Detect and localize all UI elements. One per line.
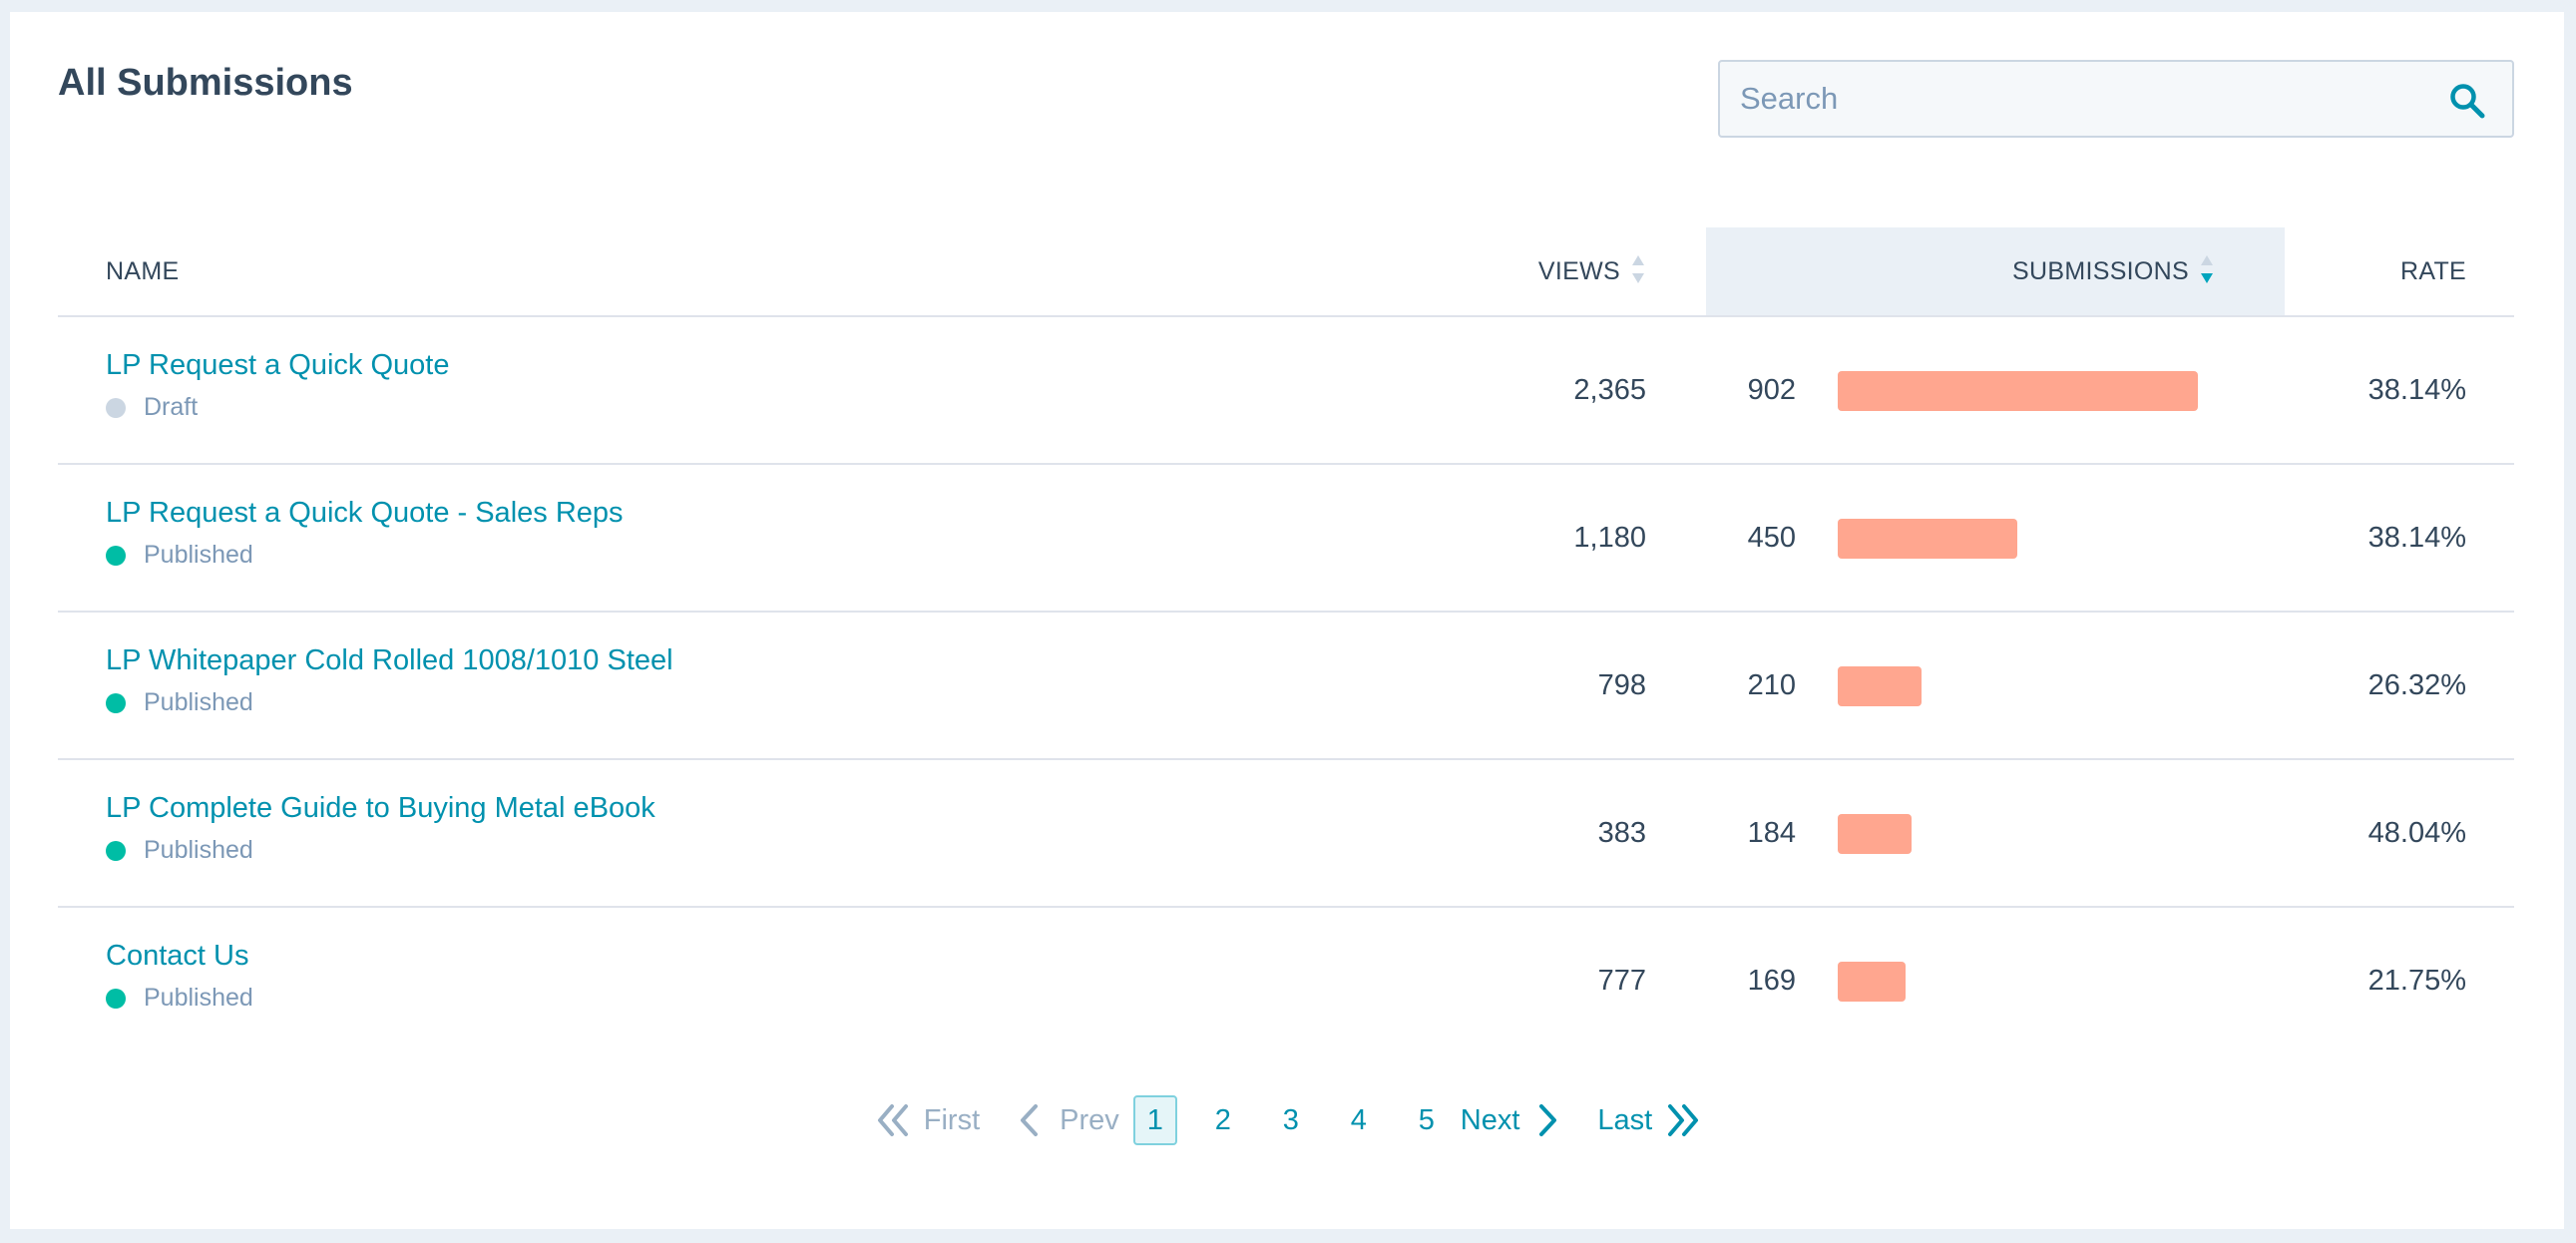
form-name-link[interactable]: LP Request a Quick Quote - Sales Reps (106, 497, 624, 530)
submissions-value: 450 (1747, 522, 1796, 554)
submissions-value: 169 (1747, 965, 1796, 997)
page-title: All Submissions (58, 62, 353, 104)
views-value: 777 (1597, 965, 1646, 997)
search-icon[interactable] (2448, 82, 2486, 120)
status-label: Published (144, 836, 253, 864)
column-header-submissions[interactable]: SUBMISSIONS (1706, 227, 2285, 315)
first-page-label: First (923, 1103, 981, 1136)
views-value: 383 (1597, 817, 1646, 849)
submissions-bar-track (1838, 519, 2237, 559)
submissions-value: 184 (1747, 817, 1796, 849)
status-indicator: Draft (106, 393, 198, 422)
submissions-bar-track (1838, 814, 2237, 854)
page-button-3[interactable]: 3 (1269, 1095, 1313, 1145)
prev-page-button[interactable]: Prev (1016, 1100, 1119, 1140)
submissions-bar-track (1838, 666, 2237, 706)
submissions-bar (1838, 962, 1906, 1002)
chevron-left-icon (1021, 1104, 1039, 1136)
rate-value: 26.32% (2367, 669, 2466, 701)
next-page-label: Next (1460, 1103, 1520, 1136)
draft-status-dot-icon (106, 397, 126, 418)
submissions-bar (1838, 371, 2198, 411)
submissions-card: All Submissions NAME VIEWS SUBMISSIONS (10, 12, 2564, 1229)
table-header: NAME VIEWS SUBMISSIONS RATE (58, 227, 2514, 317)
submissions-bar (1838, 666, 1922, 706)
column-header-rate: RATE (2399, 257, 2466, 285)
column-header-views-label: VIEWS (1537, 257, 1620, 285)
next-page-button[interactable]: Next (1461, 1100, 1562, 1140)
column-header-submissions-label: SUBMISSIONS (2012, 257, 2189, 285)
column-header-views[interactable]: VIEWS (1538, 227, 1646, 315)
form-name-link[interactable]: Contact Us (106, 940, 248, 973)
views-value: 1,180 (1573, 522, 1646, 554)
status-label: Published (144, 688, 253, 716)
status-label: Published (144, 984, 253, 1012)
page-button-4[interactable]: 4 (1337, 1095, 1381, 1145)
submissions-table: NAME VIEWS SUBMISSIONS RATE LP Request a… (58, 227, 2514, 1053)
table-row: LP Complete Guide to Buying Metal eBook … (58, 760, 2514, 908)
published-status-dot-icon (106, 840, 126, 861)
rate-value: 38.14% (2367, 374, 2466, 406)
table-row: Contact Us Published 777 169 21.75% (58, 908, 2514, 1053)
status-indicator: Published (106, 541, 253, 570)
form-name-link[interactable]: LP Whitepaper Cold Rolled 1008/1010 Stee… (106, 644, 673, 677)
form-name-link[interactable]: LP Complete Guide to Buying Metal eBook (106, 792, 655, 825)
pagination: First Prev 1 2 3 4 5 Next Last (0, 1093, 2576, 1147)
status-indicator: Published (106, 984, 253, 1013)
search-box[interactable] (1718, 60, 2514, 138)
page-button-5[interactable]: 5 (1405, 1095, 1449, 1145)
submissions-bar-track (1838, 962, 2237, 1002)
status-label: Draft (144, 393, 199, 421)
column-header-name: NAME (106, 257, 180, 285)
search-input[interactable] (1720, 62, 2418, 136)
prev-page-label: Prev (1060, 1103, 1119, 1136)
status-label: Published (144, 541, 253, 569)
published-status-dot-icon (106, 988, 126, 1009)
last-page-button[interactable]: Last (1597, 1100, 1702, 1140)
rate-value: 21.75% (2367, 965, 2466, 997)
submissions-bar (1838, 814, 1912, 854)
chevron-right-icon (1539, 1104, 1557, 1136)
rate-value: 38.14% (2367, 522, 2466, 554)
status-indicator: Published (106, 836, 253, 865)
page-button-1[interactable]: 1 (1132, 1095, 1177, 1145)
rate-value: 48.04% (2367, 817, 2466, 849)
sort-descending-icon[interactable] (2199, 252, 2215, 286)
table-body: LP Request a Quick Quote Draft 2,365 902… (58, 317, 2514, 1053)
submissions-value: 210 (1747, 669, 1796, 701)
published-status-dot-icon (106, 545, 126, 566)
submissions-bar-track (1838, 371, 2237, 411)
page-button-2[interactable]: 2 (1201, 1095, 1245, 1145)
submissions-value: 902 (1747, 374, 1796, 406)
views-value: 2,365 (1573, 374, 1646, 406)
double-chevron-left-icon (877, 1104, 908, 1136)
double-chevron-right-icon (1668, 1104, 1699, 1136)
table-row: LP Request a Quick Quote - Sales Reps Pu… (58, 465, 2514, 613)
last-page-label: Last (1597, 1103, 1653, 1136)
published-status-dot-icon (106, 692, 126, 713)
views-value: 798 (1597, 669, 1646, 701)
submissions-bar (1838, 519, 2017, 559)
sort-arrows-icon[interactable] (1630, 252, 1646, 286)
form-name-link[interactable]: LP Request a Quick Quote (106, 349, 449, 382)
status-indicator: Published (106, 688, 253, 717)
first-page-button[interactable]: First (874, 1100, 980, 1140)
table-row: LP Whitepaper Cold Rolled 1008/1010 Stee… (58, 613, 2514, 760)
table-row: LP Request a Quick Quote Draft 2,365 902… (58, 317, 2514, 465)
